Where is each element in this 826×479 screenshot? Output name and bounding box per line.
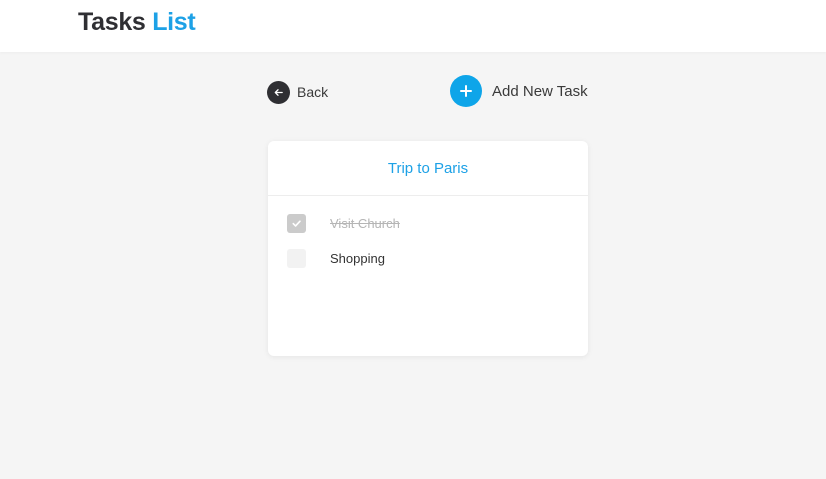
back-label: Back xyxy=(297,84,329,100)
check-icon xyxy=(292,220,301,227)
task-item: Visit Church xyxy=(287,214,400,233)
add-icon-circle xyxy=(450,75,482,107)
task-list-title: Trip to Paris xyxy=(268,141,588,196)
add-new-task-button[interactable]: Add New Task xyxy=(450,75,588,107)
task-label: Shopping xyxy=(330,251,385,266)
logo-word-tasks: Tasks xyxy=(78,8,146,36)
back-icon-circle xyxy=(267,80,290,104)
task-checkbox-unchecked[interactable] xyxy=(287,249,306,268)
add-new-task-label: Add New Task xyxy=(492,82,588,100)
task-checkbox-checked[interactable] xyxy=(287,214,306,233)
arrow-left-icon xyxy=(274,88,283,96)
app-logo[interactable]: Tasks List xyxy=(78,8,196,37)
task-list-card: Trip to Paris Visit Church Shopping xyxy=(268,141,588,356)
task-label: Visit Church xyxy=(330,216,400,231)
logo-word-list: List xyxy=(152,8,196,36)
app-header: Tasks List xyxy=(0,0,826,52)
task-item: Shopping xyxy=(287,249,385,268)
back-button[interactable]: Back xyxy=(267,80,328,104)
plus-icon xyxy=(460,85,472,97)
